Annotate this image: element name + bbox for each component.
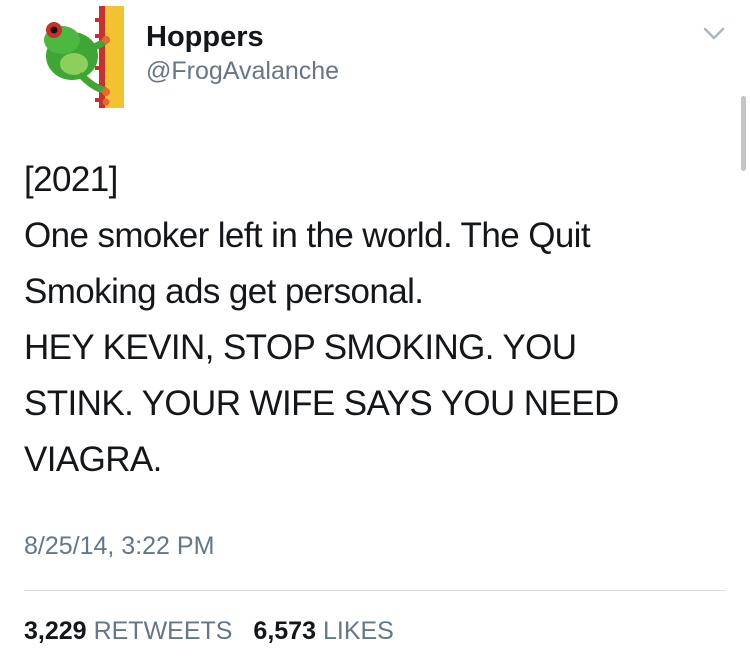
tweet-card: Hoppers @FrogAvalanche [2021] One smoker…: [0, 0, 750, 668]
tweet-text-line: One smoker left in the world. The Quit: [24, 216, 591, 255]
likes-label: LIKES: [322, 617, 394, 645]
likes-count: 6,573: [253, 617, 316, 645]
tweet-stats: 3,229 RETWEETS 6,573 LIKES: [24, 616, 408, 646]
tweet-text-line: STINK. YOUR WIFE SAYS YOU NEED: [24, 384, 619, 423]
user-handle[interactable]: @FrogAvalanche: [146, 56, 339, 86]
tweet-text: [2021] One smoker left in the world. The…: [24, 152, 724, 488]
retweets-stat[interactable]: 3,229 RETWEETS: [24, 616, 232, 646]
retweets-label: RETWEETS: [93, 617, 233, 645]
tweet-text-line: Smoking ads get personal.: [24, 272, 424, 311]
scrollbar[interactable]: [741, 96, 746, 171]
tweet-text-line: [2021]: [24, 160, 118, 199]
tweet-timestamp[interactable]: 8/25/14, 3:22 PM: [24, 531, 214, 561]
more-options-button[interactable]: [700, 24, 728, 44]
tweet-text-line: VIAGRA.: [24, 440, 162, 479]
retweets-count: 3,229: [24, 617, 87, 645]
tweet-header: Hoppers @FrogAvalanche: [146, 20, 339, 86]
chevron-down-icon: [703, 27, 725, 40]
likes-stat[interactable]: 6,573 LIKES: [253, 616, 393, 646]
frog-avatar-image: [44, 6, 124, 108]
tweet-text-line: HEY KEVIN, STOP SMOKING. YOU: [24, 328, 577, 367]
avatar[interactable]: [22, 6, 130, 108]
display-name[interactable]: Hoppers: [146, 20, 339, 54]
divider: [24, 590, 726, 591]
